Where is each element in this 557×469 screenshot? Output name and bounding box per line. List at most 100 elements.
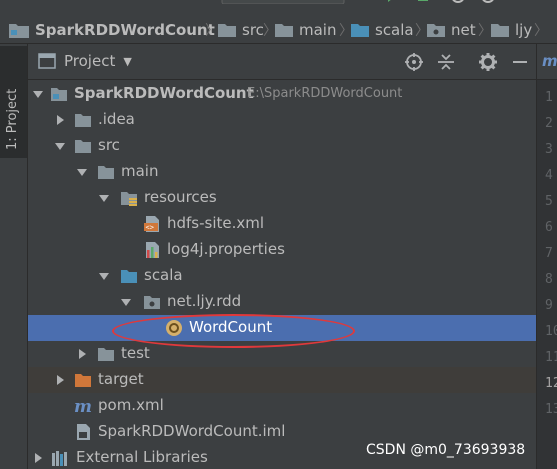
breadcrumb-label: main — [299, 21, 337, 39]
line-number: 11 — [545, 350, 557, 365]
tree-item-label: log4j.properties — [167, 240, 285, 258]
libraries-icon — [52, 451, 67, 466]
maven-icon: m — [74, 397, 92, 415]
project-window-icon — [38, 53, 56, 69]
project-tree: SparkRDDWordCount E:\SparkRDDWordCount .… — [28, 81, 536, 469]
folder-icon — [491, 24, 509, 37]
iml-file-icon — [77, 424, 90, 440]
tree-item-pom-xml[interactable]: m pom.xml — [28, 393, 536, 419]
folder-icon — [75, 140, 91, 153]
tree-item-label: resources — [144, 188, 217, 206]
project-tool-tab-label: 1: Project — [5, 88, 20, 150]
project-tool-tab[interactable]: 1: Project — [0, 46, 27, 158]
tree-item-label: scala — [144, 266, 183, 284]
expand-arrow-right-icon[interactable] — [76, 348, 88, 360]
left-tool-stripe: 1: Project — [0, 44, 28, 469]
tree-item-hdfs-site-xml[interactable]: <> hdfs-site.xml — [28, 211, 536, 237]
chevron-down-icon: ▼ — [123, 54, 132, 68]
tree-item-log4j-properties[interactable]: log4j.properties — [28, 237, 536, 263]
tree-item-src[interactable]: src — [28, 133, 536, 159]
line-number: 10 — [545, 324, 557, 339]
line-number: 12 — [545, 376, 557, 391]
expand-arrow-down-icon[interactable] — [54, 140, 66, 152]
expand-arrow-right-icon[interactable] — [54, 114, 66, 126]
module-folder-icon — [51, 88, 67, 101]
breadcrumb-ljy[interactable]: ljy — [490, 19, 532, 41]
breadcrumb-scala[interactable]: scala — [350, 19, 414, 41]
maven-tab-glyph: m — [542, 52, 557, 70]
navigation-bar: SparkRDDWordCount 〉 src 〉 main 〉 scala 〉… — [0, 0, 557, 44]
tree-item-scala[interactable]: scala — [28, 263, 536, 289]
tree-item-label: External Libraries — [76, 448, 208, 466]
folder-icon — [75, 114, 91, 127]
line-number: 6 — [545, 220, 553, 235]
properties-file-icon — [146, 242, 159, 258]
resources-folder-icon — [121, 192, 137, 206]
run-toolbar-remnant — [221, 0, 494, 4]
breadcrumb-label: ljy — [515, 21, 533, 39]
tree-item-main[interactable]: main — [28, 159, 536, 185]
line-number: 4 — [545, 168, 553, 183]
tree-item-label: SparkRDDWordCount — [74, 84, 254, 102]
package-icon — [427, 24, 445, 37]
expand-arrow-right-icon[interactable] — [54, 374, 66, 386]
breadcrumb-src[interactable]: src — [217, 19, 264, 41]
line-number: 2 — [545, 116, 553, 131]
locate-icon[interactable] — [404, 52, 424, 72]
tree-item-path: E:\SparkRDDWordCount — [247, 86, 403, 101]
expand-arrow-down-icon[interactable] — [98, 192, 110, 204]
breadcrumb-label: src — [242, 21, 264, 39]
line-number: 13 — [545, 402, 557, 417]
source-folder-icon — [121, 270, 137, 283]
tree-item-label: src — [98, 136, 120, 154]
tree-item-target[interactable]: target — [28, 367, 536, 393]
tree-item-idea[interactable]: .idea — [28, 107, 536, 133]
folder-icon — [98, 348, 114, 361]
tree-item-label: hdfs-site.xml — [167, 214, 265, 232]
folder-icon — [275, 24, 293, 37]
svg-text:<>: <> — [146, 224, 154, 232]
package-icon — [144, 296, 160, 309]
tree-item-label: SparkRDDWordCount.iml — [98, 422, 286, 440]
svg-text:m: m — [74, 397, 92, 415]
tree-item-module-root[interactable]: SparkRDDWordCount E:\SparkRDDWordCount — [28, 81, 536, 107]
editor-tab[interactable]: m — [537, 44, 557, 80]
collapse-all-icon[interactable] — [436, 52, 456, 72]
breadcrumb-label: scala — [375, 21, 414, 39]
module-icon — [9, 24, 29, 38]
folder-icon — [98, 166, 114, 179]
line-number: 1 — [545, 90, 553, 105]
folder-icon — [218, 24, 236, 37]
tree-item-label: net.ljy.rdd — [167, 292, 242, 310]
tree-item-label: main — [121, 162, 159, 180]
breadcrumb-module[interactable]: SparkRDDWordCount — [8, 19, 215, 41]
line-number: 9 — [545, 298, 553, 313]
hide-minimize-icon[interactable] — [510, 52, 530, 72]
breadcrumb-label: net — [451, 21, 476, 39]
expand-arrow-right-icon[interactable] — [32, 452, 44, 464]
expand-arrow-down-icon[interactable] — [32, 88, 44, 100]
breadcrumb-net[interactable]: net — [426, 19, 476, 41]
red-highlight-ellipse — [112, 314, 355, 348]
tree-item-label: test — [121, 344, 150, 362]
source-folder-icon — [351, 24, 369, 37]
expand-arrow-down-icon[interactable] — [120, 296, 132, 308]
tree-item-package-net-ljy-rdd[interactable]: net.ljy.rdd — [28, 289, 536, 315]
settings-gear-icon[interactable] — [478, 52, 498, 72]
breadcrumb-main[interactable]: main — [274, 19, 336, 41]
excluded-folder-icon — [75, 374, 91, 387]
line-number: 8 — [545, 272, 553, 287]
line-number: 3 — [545, 142, 553, 157]
breadcrumb-separator: 〉 — [534, 23, 548, 39]
expand-arrow-down-icon[interactable] — [76, 166, 88, 178]
expand-arrow-down-icon[interactable] — [98, 270, 110, 282]
xml-file-icon: <> — [144, 216, 159, 232]
project-panel-header: Project ▼ — [28, 44, 536, 80]
watermark: CSDN @m0_73693938 — [366, 442, 526, 458]
tree-item-label: .idea — [98, 110, 135, 128]
project-view-selector[interactable]: Project ▼ — [38, 52, 132, 70]
tree-item-label: pom.xml — [98, 396, 164, 414]
tree-item-resources[interactable]: resources — [28, 185, 536, 211]
editor-area: m 1 2 3 4 5 6 7 8 9 10 11 12 13 — [536, 44, 557, 469]
line-number: 7 — [545, 246, 553, 261]
